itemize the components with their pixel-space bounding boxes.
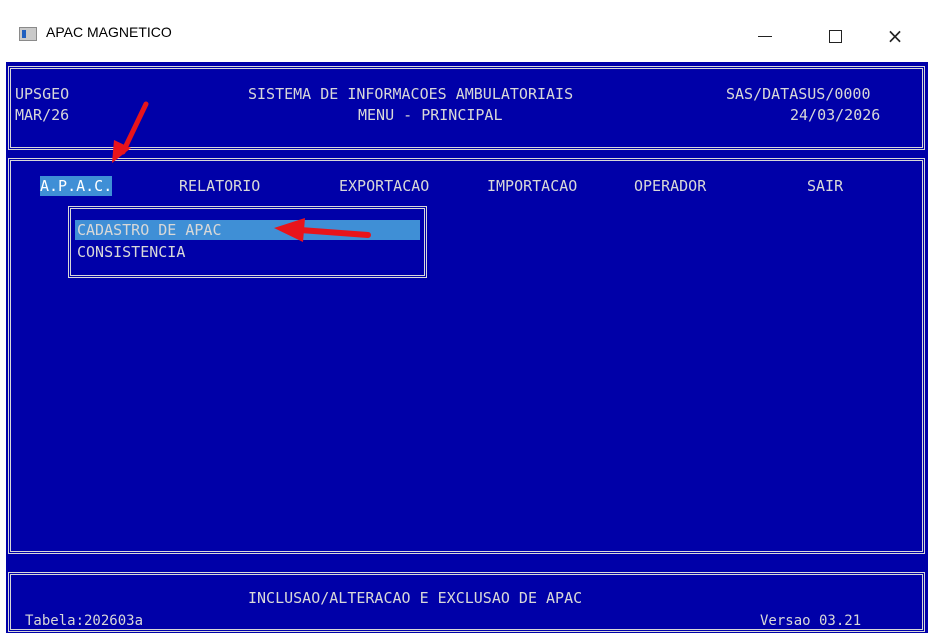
arrow-to-apac-menu-icon bbox=[112, 101, 149, 163]
annotation-arrows bbox=[112, 101, 371, 242]
arrow-to-cadastro-icon bbox=[274, 218, 371, 242]
